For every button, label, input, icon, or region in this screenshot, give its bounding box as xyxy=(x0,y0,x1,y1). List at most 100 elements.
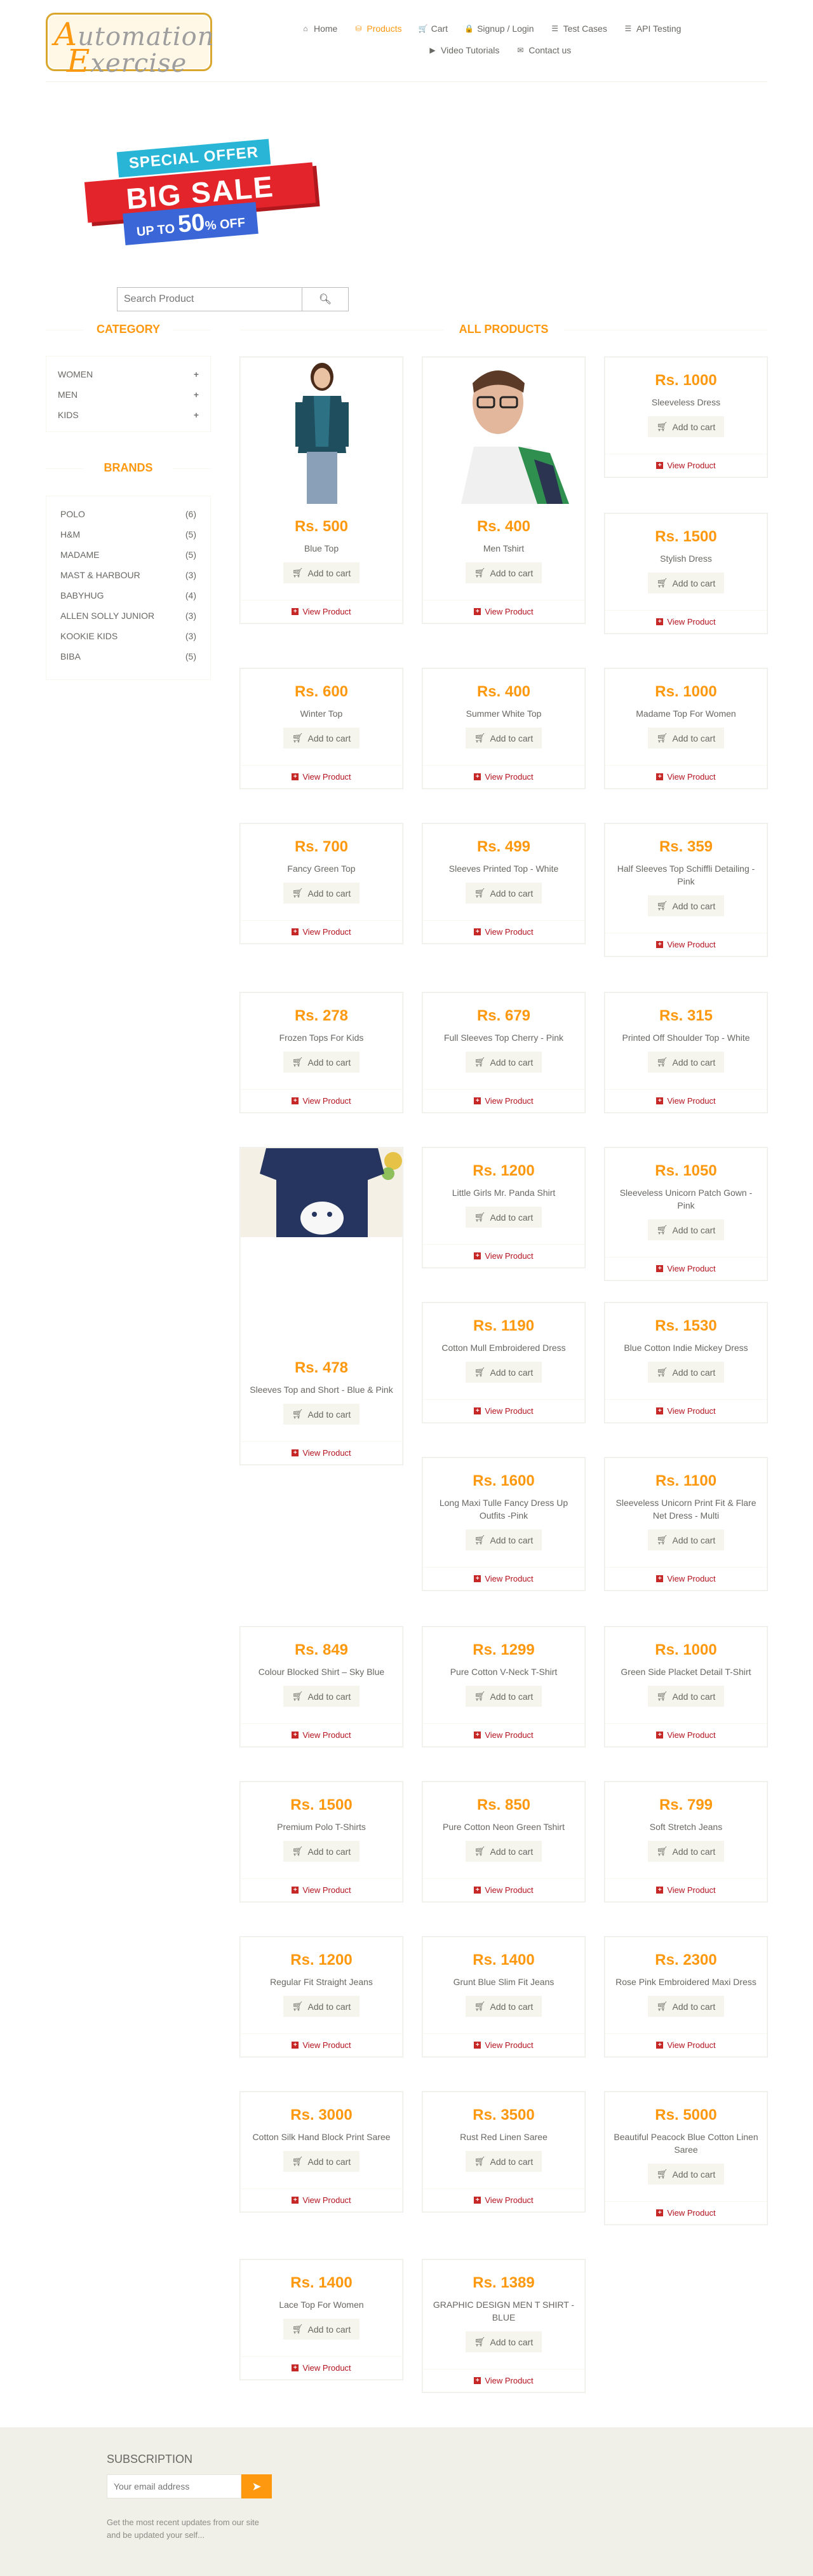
add-to-cart-button[interactable]: 🛒︎ Add to cart xyxy=(283,1996,360,2017)
brand-item[interactable]: MAST & HARBOUR (3) xyxy=(60,565,196,585)
view-product-link[interactable]: + View Product xyxy=(605,1257,767,1280)
add-to-cart-button[interactable]: 🛒︎ Add to cart xyxy=(647,1996,725,2017)
product-card: Rs. 500 Blue Top 🛒︎ Add to cart + View Produc… xyxy=(240,357,403,623)
view-product-link[interactable]: + View Product xyxy=(423,2188,584,2211)
site-logo[interactable]: Automation Exercise xyxy=(46,13,214,79)
brand-item[interactable]: BIBA (5) xyxy=(60,646,196,667)
brand-item[interactable]: ALLEN SOLLY JUNIOR (3) xyxy=(60,606,196,626)
nav-cart[interactable]: 🛒 Cart xyxy=(419,24,448,34)
add-to-cart-button[interactable]: 🛒︎ Add to cart xyxy=(647,1052,725,1073)
add-to-cart-button[interactable]: 🛒︎ Add to cart xyxy=(647,2164,725,2185)
add-to-cart-button[interactable]: 🛒︎ Add to cart xyxy=(465,1996,542,2017)
add-to-cart-button[interactable]: 🛒︎ Add to cart xyxy=(647,1529,725,1550)
brand-item[interactable]: KOOKIE KIDS (3) xyxy=(60,626,196,646)
add-to-cart-button[interactable]: 🛒︎ Add to cart xyxy=(465,2151,542,2172)
view-product-link[interactable]: + View Product xyxy=(241,1089,402,1112)
brand-item[interactable]: H&M (5) xyxy=(60,524,196,545)
view-product-link[interactable]: + View Product xyxy=(605,1567,767,1590)
view-product-link[interactable]: + View Product xyxy=(423,1399,584,1422)
add-to-cart-button[interactable]: 🛒︎ Add to cart xyxy=(647,1362,725,1383)
view-product-link[interactable]: + View Product xyxy=(423,2369,584,2392)
add-to-cart-button[interactable]: 🛒︎ Add to cart xyxy=(283,728,360,749)
view-product-link[interactable]: + View Product xyxy=(423,765,584,788)
view-product-link[interactable]: + View Product xyxy=(605,1878,767,1901)
view-product-link[interactable]: + View Product xyxy=(423,600,584,623)
add-to-cart-button[interactable]: 🛒︎ Add to cart xyxy=(465,1529,542,1550)
nav-products[interactable]: ⛁ Products xyxy=(354,24,401,34)
view-product-link[interactable]: + View Product xyxy=(605,933,767,956)
add-to-cart-button[interactable]: 🛒︎ Add to cart xyxy=(647,573,725,593)
product-price: Rs. 1530 xyxy=(655,1317,717,1334)
add-to-cart-button[interactable]: 🛒︎ Add to cart xyxy=(283,1052,360,1073)
view-product-link[interactable]: + View Product xyxy=(605,454,767,477)
view-product-link[interactable]: + View Product xyxy=(605,765,767,788)
nav-contact-us[interactable]: ✉ Contact us xyxy=(516,45,571,55)
add-to-cart-button[interactable]: 🛒︎ Add to cart xyxy=(283,2319,360,2340)
add-to-cart-button[interactable]: 🛒︎ Add to cart xyxy=(465,883,542,904)
view-product-link[interactable]: + View Product xyxy=(605,1089,767,1112)
view-product-link[interactable]: + View Product xyxy=(605,610,767,633)
subscribe-button[interactable]: ➤ xyxy=(241,2474,272,2498)
view-product-link[interactable]: + View Product xyxy=(605,1399,767,1422)
add-to-cart-button[interactable]: 🛒︎ Add to cart xyxy=(647,1841,725,1862)
add-to-cart-button[interactable]: 🛒︎ Add to cart xyxy=(465,562,542,583)
plus-icon: + xyxy=(193,369,199,379)
view-product-link[interactable]: + View Product xyxy=(241,920,402,943)
view-product-link[interactable]: + View Product xyxy=(241,1723,402,1746)
search-button[interactable]: 🔍︎ xyxy=(302,287,349,311)
product-name: Half Sleeves Top Schiffli Detailing - Pi… xyxy=(617,864,755,886)
product-card: Rs. 1500 Premium Polo T-Shirts 🛒︎ Add to ca… xyxy=(240,1782,403,1902)
subscribe-email-input[interactable] xyxy=(107,2474,241,2498)
view-product-link[interactable]: + View Product xyxy=(423,1878,584,1901)
nav-api-testing[interactable]: ☰ API Testing xyxy=(624,24,681,34)
add-to-cart-button[interactable]: 🛒︎ Add to cart xyxy=(465,2331,542,2352)
brand-item[interactable]: BABYHUG (4) xyxy=(60,585,196,606)
view-product-link[interactable]: + View Product xyxy=(241,1441,402,1464)
view-product-link[interactable]: + View Product xyxy=(423,920,584,943)
view-product-link[interactable]: + View Product xyxy=(423,2033,584,2056)
view-product-link[interactable]: + View Product xyxy=(241,2033,402,2056)
add-to-cart-button[interactable]: 🛒︎ Add to cart xyxy=(465,728,542,749)
add-to-cart-button[interactable]: 🛒︎ Add to cart xyxy=(465,1052,542,1073)
view-product-link[interactable]: + View Product xyxy=(241,2188,402,2211)
view-product-link[interactable]: + View Product xyxy=(423,1723,584,1746)
product-info: Rs. 1050 Sleeveless Unicorn Patch Gown - … xyxy=(605,1148,767,1240)
category-women[interactable]: WOMEN + xyxy=(58,364,199,384)
product-price: Rs. 1100 xyxy=(655,1472,717,1489)
nav-signup-login[interactable]: 🔒 Signup / Login xyxy=(464,24,534,34)
view-product-link[interactable]: + View Product xyxy=(241,2356,402,2379)
nav-video-tutorials[interactable]: ▶ Video Tutorials xyxy=(428,45,499,55)
view-product-link[interactable]: + View Product xyxy=(241,1878,402,1901)
add-to-cart-button[interactable]: 🛒︎ Add to cart xyxy=(465,1362,542,1383)
add-to-cart-button[interactable]: 🛒︎ Add to cart xyxy=(283,562,360,583)
search-input[interactable] xyxy=(117,287,302,311)
add-to-cart-button[interactable]: 🛒︎ Add to cart xyxy=(647,895,725,916)
category-title: CATEGORY xyxy=(46,323,211,336)
category-kids[interactable]: KIDS + xyxy=(58,405,199,425)
brand-item[interactable]: POLO (6) xyxy=(60,504,196,524)
add-to-cart-button[interactable]: 🛒︎ Add to cart xyxy=(465,1841,542,1862)
add-to-cart-button[interactable]: 🛒︎ Add to cart xyxy=(647,1219,725,1240)
view-product-link[interactable]: + View Product xyxy=(241,600,402,623)
add-to-cart-button[interactable]: 🛒︎ Add to cart xyxy=(283,1841,360,1862)
add-to-cart-button[interactable]: 🛒︎ Add to cart xyxy=(283,1404,360,1425)
view-product-link[interactable]: + View Product xyxy=(423,1244,584,1267)
view-product-link[interactable]: + View Product xyxy=(605,2033,767,2056)
add-to-cart-button[interactable]: 🛒︎ Add to cart xyxy=(465,1686,542,1707)
add-to-cart-button[interactable]: 🛒︎ Add to cart xyxy=(465,1207,542,1228)
nav-test-cases[interactable]: ☰ Test Cases xyxy=(551,24,607,34)
view-product-link[interactable]: + View Product xyxy=(241,765,402,788)
view-product-link[interactable]: + View Product xyxy=(605,1723,767,1746)
brand-item[interactable]: MADAME (5) xyxy=(60,545,196,565)
view-product-link[interactable]: + View Product xyxy=(423,1089,584,1112)
view-product-link[interactable]: + View Product xyxy=(423,1567,584,1590)
category-men[interactable]: MEN + xyxy=(58,384,199,405)
nav-home[interactable]: ⌂ Home xyxy=(301,24,337,34)
add-to-cart-button[interactable]: 🛒︎ Add to cart xyxy=(283,883,360,904)
add-to-cart-button[interactable]: 🛒︎ Add to cart xyxy=(647,416,725,437)
add-to-cart-button[interactable]: 🛒︎ Add to cart xyxy=(283,2151,360,2172)
view-product-link[interactable]: + View Product xyxy=(605,2201,767,2224)
add-to-cart-button[interactable]: 🛒︎ Add to cart xyxy=(647,1686,725,1707)
add-to-cart-button[interactable]: 🛒︎ Add to cart xyxy=(283,1686,360,1707)
add-to-cart-button[interactable]: 🛒︎ Add to cart xyxy=(647,728,725,749)
